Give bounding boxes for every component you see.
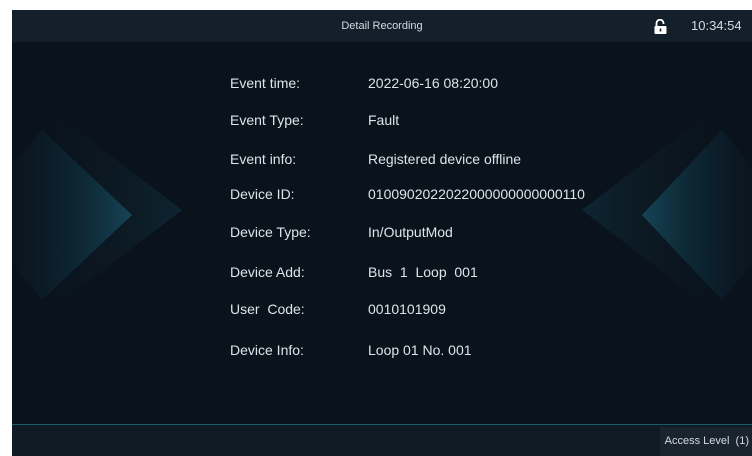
detail-label: Device ID: bbox=[230, 186, 295, 202]
detail-value: Fault bbox=[368, 112, 400, 128]
detail-label: Device Type: bbox=[230, 224, 311, 240]
access-level-badge[interactable]: Access Level (1) bbox=[659, 427, 752, 456]
detail-value: Loop 01 No. 001 bbox=[368, 342, 472, 358]
detail-row-event-info: Event info: Registered device offline bbox=[12, 147, 752, 171]
detail-recording-screen: Detail Recording 10:34:54 Event time: 20… bbox=[12, 10, 752, 456]
detail-label: Event info: bbox=[230, 151, 297, 167]
detail-label: User Code: bbox=[230, 301, 305, 317]
detail-label: Device Add: bbox=[230, 264, 305, 280]
detail-value: 0100902022022000000000000110 bbox=[368, 186, 585, 202]
detail-label: Device Info: bbox=[230, 342, 304, 358]
bottom-bar bbox=[12, 424, 752, 456]
detail-row-event-time: Event time: 2022-06-16 08:20:00 bbox=[12, 71, 752, 95]
detail-value: 2022-06-16 08:20:00 bbox=[368, 75, 498, 91]
detail-value: In/OutputMod bbox=[368, 224, 453, 240]
detail-row-device-type: Device Type: In/OutputMod bbox=[12, 220, 752, 244]
detail-row-device-info: Device Info: Loop 01 No. 001 bbox=[12, 338, 752, 362]
detail-value: Registered device offline bbox=[368, 151, 522, 167]
detail-row-event-type: Event Type: Fault bbox=[12, 108, 752, 132]
detail-value: 0010101909 bbox=[368, 301, 446, 317]
detail-row-device-id: Device ID: 0100902022022000000000000110 bbox=[12, 182, 752, 206]
detail-row-device-add: Device Add: Bus 1 Loop 001 bbox=[12, 260, 752, 284]
detail-label: Event Type: bbox=[230, 112, 304, 128]
detail-list: Event time: 2022-06-16 08:20:00 Event Ty… bbox=[12, 10, 752, 456]
detail-value: Bus 1 Loop 001 bbox=[368, 264, 478, 280]
detail-row-user-code: User Code: 0010101909 bbox=[12, 297, 752, 321]
detail-label: Event time: bbox=[230, 75, 301, 91]
